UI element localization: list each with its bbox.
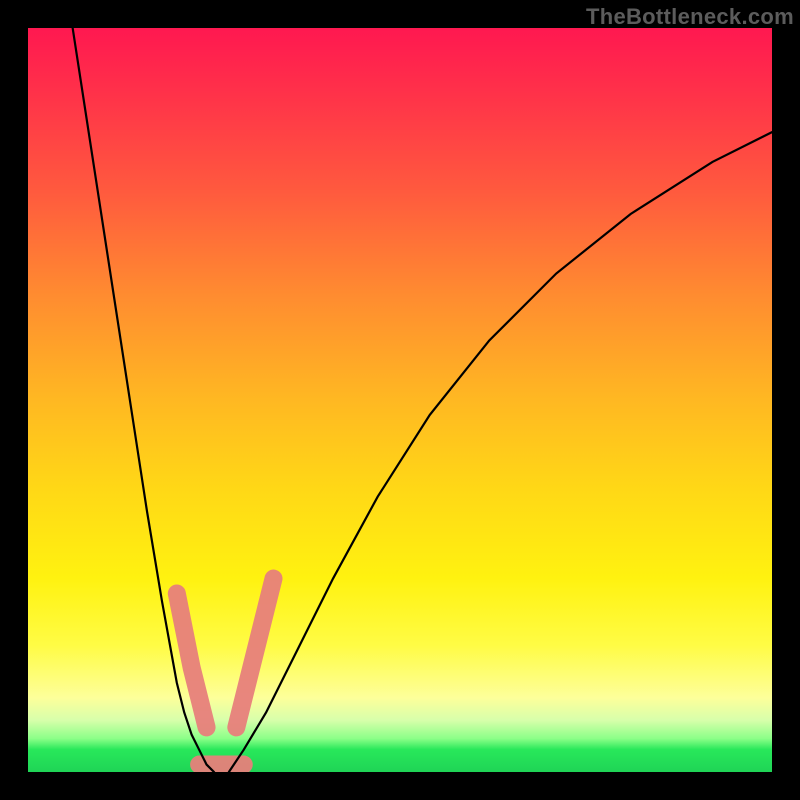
plot-area bbox=[28, 28, 772, 772]
highlight-band-left bbox=[177, 593, 207, 727]
chart-frame: TheBottleneck.com bbox=[0, 0, 800, 800]
curve-right-arm bbox=[229, 132, 772, 772]
watermark-text: TheBottleneck.com bbox=[586, 4, 794, 30]
highlight-band-right bbox=[236, 579, 273, 728]
curve-layer bbox=[28, 28, 772, 772]
